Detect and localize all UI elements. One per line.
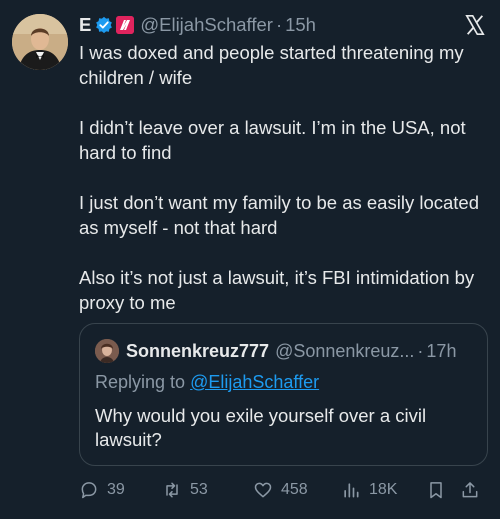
share-button[interactable] bbox=[460, 478, 488, 502]
x-logo-icon[interactable] bbox=[464, 14, 486, 36]
views-count: 18K bbox=[369, 481, 398, 498]
bookmark-button[interactable] bbox=[426, 478, 454, 502]
tweet-paragraph: I didn’t leave over a lawsuit. I’m in th… bbox=[79, 117, 466, 163]
repost-icon bbox=[166, 482, 178, 498]
tweet-timestamp[interactable]: 15h bbox=[285, 14, 316, 36]
quoted-tweet-text: Why would you exile yourself over a civi… bbox=[95, 405, 427, 450]
header-separator: · bbox=[275, 14, 283, 35]
quoted-handle[interactable]: @Sonnenkreuz... bbox=[275, 341, 414, 362]
tweet-action-bar: 39 53 458 18K bbox=[79, 478, 486, 502]
avatar-photo bbox=[12, 14, 68, 70]
author-handle[interactable]: @ElijahSchaffer bbox=[140, 14, 273, 36]
verified-badge-icon bbox=[95, 16, 113, 34]
affiliate-badge-icon[interactable] bbox=[116, 16, 135, 34]
bookmark-icon bbox=[430, 482, 442, 499]
reply-count: 39 bbox=[107, 481, 125, 498]
views-icon bbox=[344, 483, 359, 498]
tweet-paragraph: Also it’s not just a lawsuit, it’s FBI i… bbox=[79, 267, 475, 313]
share-icon bbox=[462, 482, 478, 498]
like-count: 458 bbox=[281, 481, 308, 498]
quoted-avatar-photo bbox=[95, 339, 119, 363]
like-button[interactable]: 458 bbox=[253, 478, 308, 502]
reply-button[interactable]: 39 bbox=[79, 478, 125, 502]
tweet-header: E @ElijahSchaffer · 15h bbox=[79, 12, 486, 38]
replying-to-label: Replying to bbox=[95, 372, 186, 392]
tweet-paragraph: I just don’t want my family to be as eas… bbox=[79, 192, 479, 238]
quoted-tweet-header: Sonnenkreuz777 @Sonnenkreuz... · 17h bbox=[126, 339, 477, 363]
author-avatar[interactable] bbox=[12, 14, 68, 70]
replying-to-mention[interactable]: @ElijahSchaffer bbox=[190, 372, 319, 392]
tweet-body: I was doxed and people started threateni… bbox=[79, 40, 489, 315]
quoted-display-name[interactable]: Sonnenkreuz777 bbox=[126, 341, 269, 362]
quoted-author-avatar[interactable] bbox=[95, 339, 119, 363]
heart-icon bbox=[254, 482, 272, 498]
quoted-header-separator: · bbox=[417, 340, 424, 361]
tweet-paragraph: I was doxed and people started threateni… bbox=[79, 42, 464, 88]
quoted-tweet-card[interactable]: Sonnenkreuz777 @Sonnenkreuz... · 17h Rep… bbox=[79, 323, 488, 466]
author-display-name[interactable]: E bbox=[79, 14, 91, 36]
reply-icon bbox=[81, 482, 97, 499]
repost-button[interactable]: 53 bbox=[162, 478, 208, 502]
views-button[interactable]: 18K bbox=[341, 478, 397, 502]
quoted-timestamp[interactable]: 17h bbox=[426, 341, 456, 362]
replying-to-line: Replying to @ElijahSchaffer bbox=[95, 372, 319, 393]
repost-count: 53 bbox=[190, 481, 208, 498]
